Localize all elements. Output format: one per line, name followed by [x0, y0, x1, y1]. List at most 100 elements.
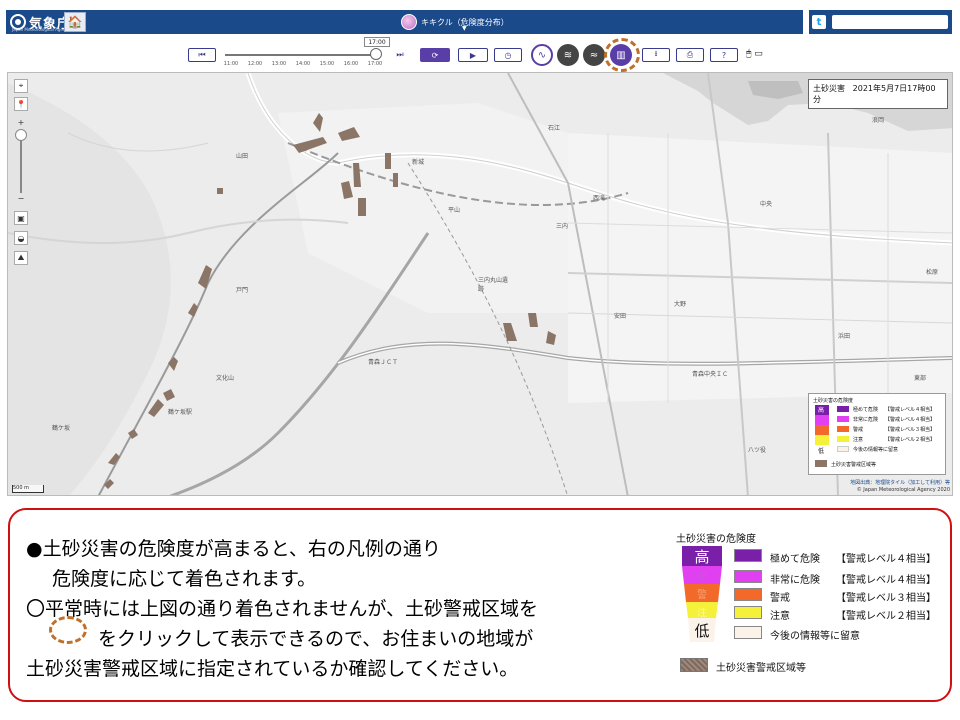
- highlight-ring: [604, 38, 640, 72]
- place-label: 大野: [674, 301, 687, 308]
- legend-high-label: 高: [694, 548, 710, 566]
- locate-button[interactable]: ⌖: [14, 79, 28, 93]
- map-legend-title: 土砂災害の危険度: [813, 398, 854, 404]
- legend-zone-swatch: [680, 658, 708, 672]
- map-legend-high: 高: [818, 407, 825, 414]
- minus-icon: −: [17, 193, 25, 203]
- river-layer-button[interactable]: ≈: [583, 44, 605, 66]
- time-tick: 16:00: [343, 61, 359, 67]
- current-time: 17:00: [364, 37, 390, 47]
- map-layer-title: 土砂災害: [813, 84, 845, 93]
- zoom-slider[interactable]: [20, 133, 22, 193]
- pin-icon: 📍: [16, 99, 26, 109]
- print-button[interactable]: ⎙: [676, 48, 704, 62]
- map-legend-low: 低: [818, 448, 825, 455]
- pin-button[interactable]: 📍: [14, 97, 28, 111]
- legend-swatch-extreme: [734, 549, 762, 562]
- explanation-line-5: 土砂災害警戒区域に指定されているか確認してください。: [26, 658, 519, 680]
- legend-swatch-warning: [734, 588, 762, 601]
- chevron-down-icon[interactable]: ▼: [462, 25, 467, 32]
- help-button[interactable]: ?: [710, 48, 738, 62]
- explanation-line-3: 〇平常時には上図の通り着色されませんが、土砂警戒区域を: [26, 598, 539, 620]
- place-label: 鶴ケ坂駅: [168, 409, 193, 416]
- skip-forward-button[interactable]: ⏭: [390, 48, 410, 62]
- map-legend-level: 【警戒レベル４相当】: [885, 417, 936, 423]
- map-legend-zone-label: 土砂災害警戒区域等: [831, 462, 877, 468]
- place-label: 山田: [236, 153, 249, 160]
- legend-level: 【警戒レベル４相当】: [836, 575, 936, 586]
- highlight-ring-example: [49, 616, 87, 644]
- zoom-out-button[interactable]: −: [14, 191, 28, 205]
- map-legend-label: 注意: [853, 437, 864, 443]
- place-label: 青森中央ＩＣ: [692, 371, 729, 378]
- map-datetime-box: 土砂災害 2021年5月7日17時00分: [808, 79, 948, 109]
- legend-bar-mark: 注: [697, 608, 707, 619]
- map-legend-level: 【警戒レベル３相当】: [885, 427, 936, 433]
- legend-label: 今後の情報等に留意: [770, 631, 860, 642]
- time-tick: 13:00: [271, 61, 287, 67]
- time-tick: 12:00: [247, 61, 263, 67]
- legend-level: 【警戒レベル２相当】: [836, 611, 936, 622]
- legend-swatch-caution: [734, 606, 762, 619]
- flood-icon: ≋: [563, 49, 573, 61]
- latest-button[interactable]: ⟳: [420, 48, 450, 62]
- place-label: 青森ＪＣＴ: [368, 359, 399, 366]
- place-label: 戸門: [236, 287, 249, 294]
- header-search-input[interactable]: [832, 15, 948, 29]
- skip-forward-icon: ⏭: [396, 50, 404, 59]
- mouse-icon[interactable]: 🖱 ▭: [746, 49, 763, 59]
- legend-label: 非常に危険: [770, 575, 820, 586]
- twitter-button[interactable]: t: [812, 15, 826, 29]
- map-legend-label: 今後の情報等に留意: [853, 447, 899, 453]
- legend-title: 土砂災害の危険度: [676, 534, 756, 545]
- place-label: 石江: [548, 125, 561, 132]
- top-header-bar: 気象庁 Japan Meteorological Agency 🏠 キキクル（危…: [6, 10, 952, 34]
- legend-low-label: 低: [694, 622, 710, 640]
- scale-label: 500 m: [13, 485, 30, 491]
- explanation-line-1: ●土砂災害の危険度が高まると、右の凡例の通り: [26, 538, 441, 560]
- zoom-in-button[interactable]: +: [14, 115, 28, 129]
- map-icon: ▣: [17, 213, 25, 223]
- terrain-button[interactable]: ⛰: [14, 251, 28, 265]
- map-view[interactable]: 山田 新城 平山 石江 西滝 三内 戸門 大野 中央 安田 青森ＪＣＴ 鶴ケ坂駅…: [7, 72, 953, 496]
- home-button[interactable]: 🏠: [64, 12, 86, 32]
- map-legend-level: 【警戒レベル４相当】: [885, 407, 936, 413]
- map-legend-level: 【警戒レベル２相当】: [885, 437, 936, 443]
- time-slider-handle[interactable]: [370, 48, 382, 60]
- landslide-layer-button[interactable]: ∿: [531, 44, 553, 66]
- kikikuru-mascot-icon: [401, 14, 417, 30]
- header-divider: [803, 10, 809, 34]
- opacity-button[interactable]: ◒: [14, 231, 28, 245]
- legend-swatch-very-high: [734, 570, 762, 583]
- zoom-slider-handle[interactable]: [15, 129, 27, 141]
- map-legend-label: 非常に危険: [853, 417, 879, 423]
- legend-zone-label: 土砂災害警戒区域等: [716, 663, 806, 674]
- download-icon: ⭳: [654, 49, 658, 58]
- back-to-start-button[interactable]: ⏮: [188, 48, 216, 62]
- map-legend-swatch: [837, 416, 849, 422]
- refresh-icon: ⟳: [431, 50, 439, 60]
- map-toolbar: ⏮ 17:00 11:00 12:00 13:00 14:00 15:00 16…: [0, 36, 960, 72]
- map-legend-zone-swatch: [815, 460, 827, 467]
- explanation-line-4: をクリックして表示できるので、お住まいの地域が: [98, 628, 534, 650]
- place-label: 鶴ケ坂: [52, 425, 71, 432]
- kikikuru-selector[interactable]: キキクル（危険度分布）: [401, 12, 509, 32]
- place-label: 中央: [760, 201, 773, 208]
- map-copyright: © Japan Meteorological Agency 2020: [856, 487, 950, 493]
- legend-label: 極めて危険: [770, 554, 820, 565]
- home-icon: 🏠: [67, 15, 83, 29]
- explanation-line-2: 危険度に応じて着色されます。: [52, 568, 317, 590]
- map-source[interactable]: 地図出典：地理院タイル（加工して利用）等: [846, 479, 950, 486]
- legend-label: 警戒: [770, 593, 790, 604]
- basemap-button[interactable]: ▣: [14, 211, 28, 225]
- inundation-layer-button[interactable]: ≋: [557, 44, 579, 66]
- speed-button[interactable]: ◷: [494, 48, 522, 62]
- download-button[interactable]: ⭳: [642, 48, 670, 62]
- place-label: 松原: [926, 269, 939, 276]
- river-icon: ≈: [589, 49, 599, 61]
- time-slider[interactable]: [225, 54, 375, 56]
- place-label: 安田: [614, 313, 627, 320]
- legend-label: 注意: [770, 611, 790, 622]
- play-button[interactable]: ▶: [458, 48, 488, 62]
- place-label: 平山: [448, 207, 461, 214]
